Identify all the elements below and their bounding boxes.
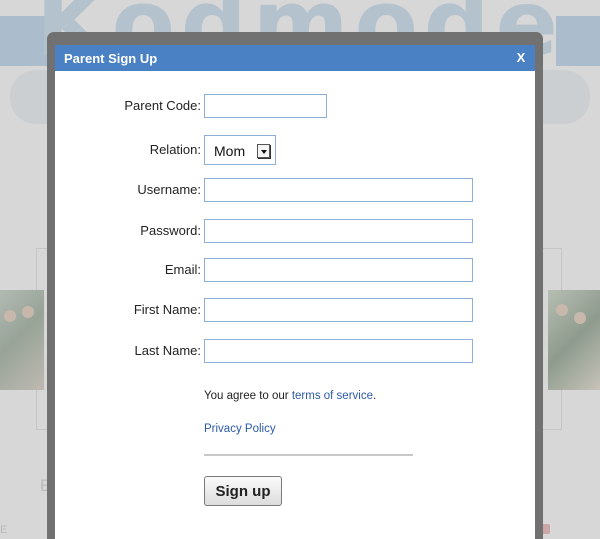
dialog-title: Parent Sign Up	[64, 51, 158, 66]
relation-selected-value: Mom	[214, 143, 246, 159]
parent-code-row: Parent Code:	[55, 94, 535, 118]
email-label: Email:	[164, 262, 201, 277]
dialog-header: Parent Sign Up X	[55, 45, 535, 71]
privacy-policy-link[interactable]: Privacy Policy	[204, 423, 276, 435]
relation-row: Relation: Mom	[55, 135, 535, 165]
last-name-label: Last Name:	[134, 343, 201, 358]
email-input[interactable]	[204, 258, 473, 282]
terms-suffix: .	[372, 390, 377, 402]
last-name-input[interactable]	[204, 339, 473, 363]
email-row: Email:	[55, 258, 535, 282]
parent-signup-dialog: Parent Sign Up X Parent Code: Relation: …	[55, 45, 535, 539]
password-row: Password:	[55, 219, 535, 243]
close-button[interactable]: X	[513, 50, 529, 66]
username-row: Username:	[55, 178, 535, 202]
password-label: Password:	[140, 223, 201, 238]
sign-up-button[interactable]: Sign up	[204, 476, 282, 506]
password-input[interactable]	[204, 219, 473, 243]
first-name-label: First Name:	[133, 302, 201, 317]
relation-select[interactable]: Mom	[204, 135, 276, 165]
terms-notice: You agree to our terms of service.	[204, 390, 376, 402]
parent-code-input[interactable]	[204, 94, 327, 118]
first-name-input[interactable]	[204, 298, 473, 322]
dropdown-arrow-icon[interactable]	[257, 144, 270, 158]
first-name-row: First Name:	[55, 298, 535, 322]
relation-label: Relation:	[149, 142, 201, 157]
divider	[204, 454, 413, 456]
parent-code-label: Parent Code:	[124, 98, 201, 113]
privacy-row: Privacy Policy	[204, 423, 276, 435]
terms-prefix: You agree to our	[204, 390, 292, 402]
username-input[interactable]	[204, 178, 473, 202]
username-label: Username:	[137, 182, 201, 197]
last-name-row: Last Name:	[55, 339, 535, 363]
terms-of-service-link[interactable]: terms of service	[292, 390, 373, 402]
